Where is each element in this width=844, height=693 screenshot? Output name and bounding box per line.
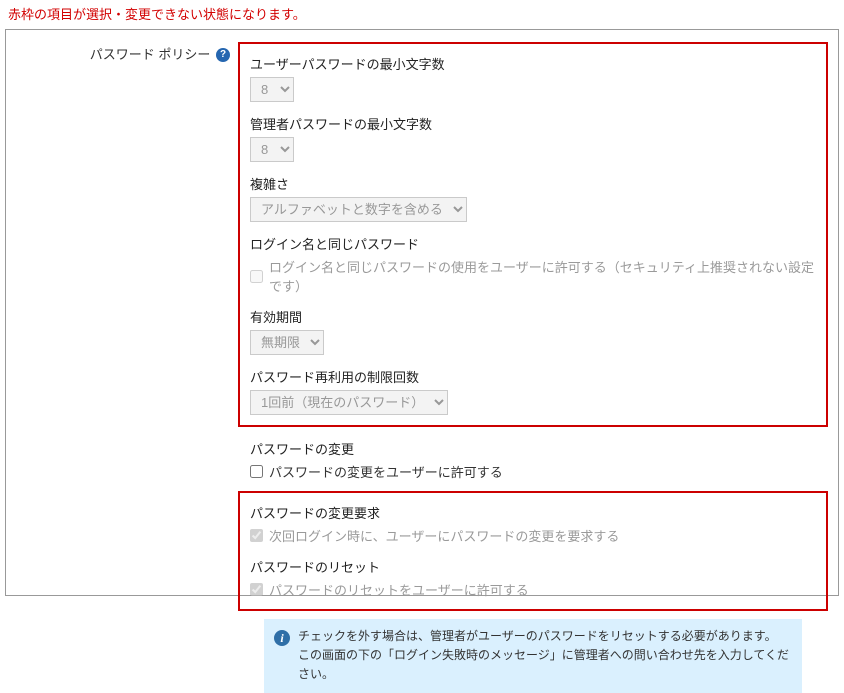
pw-change-row[interactable]: パスワードの変更をユーザーに許可する (250, 462, 816, 481)
reuse-select: 1回前（現在のパスワード） (250, 390, 448, 415)
same-as-login-checkbox (250, 270, 263, 283)
complexity-label: 複雑さ (250, 174, 816, 193)
pw-change-req-label: パスワードの変更要求 (250, 503, 816, 522)
min-user-label: ユーザーパスワードの最小文字数 (250, 54, 816, 73)
complexity-select: アルファベットと数字を含める (250, 197, 467, 222)
info-text: チェックを外す場合は、管理者がユーザーのパスワードをリセットする必要があります。… (298, 627, 792, 685)
reuse-label: パスワード再利用の制限回数 (250, 367, 816, 386)
same-as-login-cb-label: ログイン名と同じパスワードの使用をユーザーに許可する（セキュリティ上推奨されない… (269, 257, 816, 295)
pw-change-req-cb-label: 次回ログイン時に、ユーザーにパスワードの変更を要求する (269, 526, 619, 545)
section-label: パスワード ポリシー ? (16, 42, 238, 693)
same-as-login-label: ログイン名と同じパスワード (250, 234, 816, 253)
expiry-select: 無期限 (250, 330, 324, 355)
field-pw-reset: パスワードのリセット パスワードのリセットをユーザーに許可する (250, 557, 816, 599)
pw-reset-cb-label: パスワードのリセットをユーザーに許可する (269, 580, 529, 599)
field-same-as-login: ログイン名と同じパスワード ログイン名と同じパスワードの使用をユーザーに許可する… (250, 234, 816, 295)
locked-group-2: パスワードの変更要求 次回ログイン時に、ユーザーにパスワードの変更を要求する パ… (238, 491, 828, 611)
pw-change-block: パスワードの変更 パスワードの変更をユーザーに許可する (238, 435, 828, 491)
same-as-login-row: ログイン名と同じパスワードの使用をユーザーに許可する（セキュリティ上推奨されない… (250, 257, 816, 295)
info-banner: i チェックを外す場合は、管理者がユーザーのパスワードをリセットする必要がありま… (264, 619, 802, 693)
section-label-text: パスワード ポリシー (90, 47, 211, 62)
info-line-1: チェックを外す場合は、管理者がユーザーのパスワードをリセットする必要があります。 (298, 627, 792, 646)
help-icon[interactable]: ? (216, 48, 230, 62)
alert-locked-items: 赤枠の項目が選択・変更できない状態になります。 (0, 0, 844, 29)
info-line-2: この画面の下の「ログイン失敗時のメッセージ」に管理者への問い合わせ先を入力してく… (298, 646, 792, 684)
field-min-user: ユーザーパスワードの最小文字数 8 (250, 54, 816, 102)
field-expiry: 有効期間 無期限 (250, 307, 816, 355)
field-pw-change-req: パスワードの変更要求 次回ログイン時に、ユーザーにパスワードの変更を要求する (250, 503, 816, 545)
expiry-label: 有効期間 (250, 307, 816, 326)
min-user-select: 8 (250, 77, 294, 102)
info-icon: i (274, 630, 290, 646)
min-admin-label: 管理者パスワードの最小文字数 (250, 114, 816, 133)
field-min-admin: 管理者パスワードの最小文字数 8 (250, 114, 816, 162)
pw-change-checkbox[interactable] (250, 465, 263, 478)
pw-change-req-checkbox (250, 529, 263, 542)
pw-reset-row: パスワードのリセットをユーザーに許可する (250, 580, 816, 599)
min-admin-select: 8 (250, 137, 294, 162)
locked-group-1: ユーザーパスワードの最小文字数 8 管理者パスワードの最小文字数 8 複雑さ ア… (238, 42, 828, 427)
pw-reset-checkbox (250, 583, 263, 596)
field-reuse: パスワード再利用の制限回数 1回前（現在のパスワード） (250, 367, 816, 415)
pw-reset-label: パスワードのリセット (250, 557, 816, 576)
section-content: ユーザーパスワードの最小文字数 8 管理者パスワードの最小文字数 8 複雑さ ア… (238, 42, 828, 693)
pw-change-req-row: 次回ログイン時に、ユーザーにパスワードの変更を要求する (250, 526, 816, 545)
pw-change-label: パスワードの変更 (250, 439, 816, 458)
settings-panel: パスワード ポリシー ? ユーザーパスワードの最小文字数 8 管理者パスワードの… (5, 29, 839, 596)
pw-change-cb-label: パスワードの変更をユーザーに許可する (269, 462, 503, 481)
field-complexity: 複雑さ アルファベットと数字を含める (250, 174, 816, 222)
